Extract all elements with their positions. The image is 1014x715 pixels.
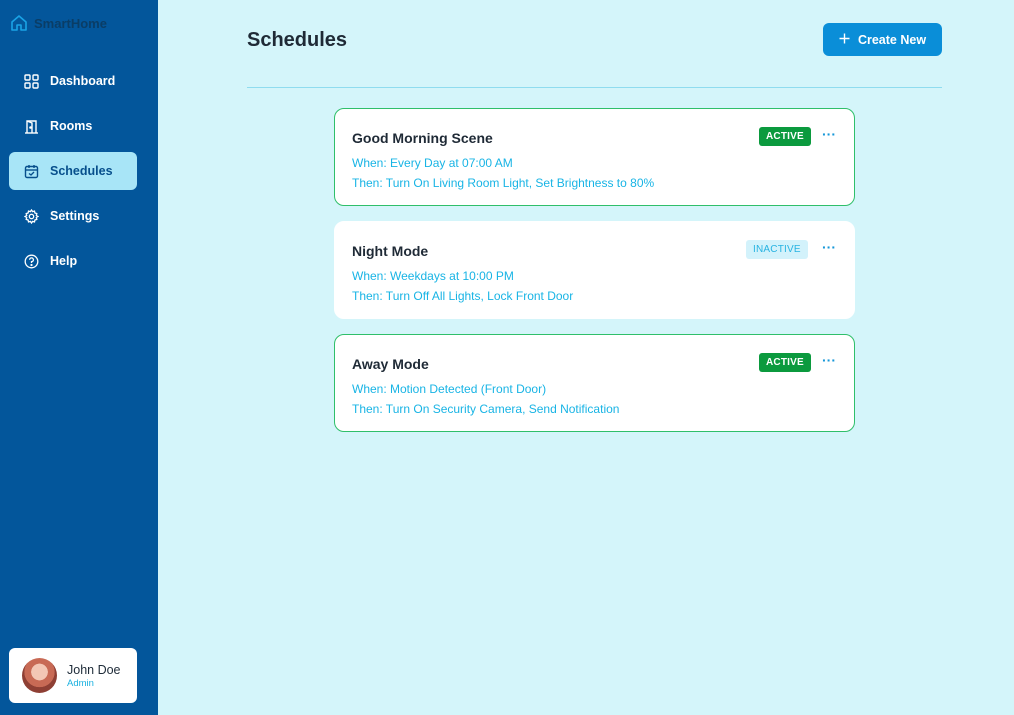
- sidebar-item-label: Settings: [50, 209, 100, 223]
- user-name: John Doe: [67, 662, 121, 677]
- brand-name: SmartHome: [34, 15, 107, 31]
- schedule-title: Away Mode: [352, 356, 429, 372]
- schedule-title: Good Morning Scene: [352, 130, 493, 146]
- more-options-icon[interactable]: ···: [820, 353, 838, 369]
- sidebar-item-help[interactable]: Help: [9, 242, 137, 280]
- schedule-then: Then: Turn Off All Lights, Lock Front Do…: [352, 289, 574, 303]
- status-badge: INACTIVE: [746, 240, 808, 259]
- user-role: Admin: [67, 677, 94, 689]
- sidebar-item-dashboard[interactable]: Dashboard: [9, 62, 137, 100]
- schedule-title: Night Mode: [352, 243, 429, 259]
- brand[interactable]: SmartHome: [10, 12, 107, 34]
- sidebar-item-label: Schedules: [50, 164, 113, 178]
- gear-icon: [23, 208, 39, 224]
- create-new-label: Create New: [857, 32, 927, 47]
- user-profile-card[interactable]: John Doe Admin: [9, 648, 137, 703]
- more-options-icon[interactable]: ···: [820, 240, 838, 256]
- schedule-when: When: Every Day at 07:00 AM: [352, 156, 513, 170]
- schedule-then: Then: Turn On Living Room Light, Set Bri…: [352, 176, 655, 190]
- avatar: [22, 658, 57, 693]
- schedule-card-away-mode[interactable]: Away Mode When: Motion Detected (Front D…: [334, 334, 855, 432]
- sidebar-item-rooms[interactable]: Rooms: [9, 107, 137, 145]
- plus-icon: [839, 33, 850, 47]
- header-divider: [247, 87, 942, 88]
- schedule-card-good-morning[interactable]: Good Morning Scene When: Every Day at 07…: [334, 108, 855, 206]
- sidebar-item-settings[interactable]: Settings: [9, 197, 137, 235]
- grid-icon: [23, 73, 39, 89]
- sidebar-item-label: Dashboard: [50, 74, 116, 88]
- help-circle-icon: [23, 253, 39, 269]
- schedule-card-night-mode[interactable]: Night Mode When: Weekdays at 10:00 PM Th…: [334, 221, 855, 319]
- status-badge: ACTIVE: [759, 127, 811, 146]
- schedule-then: Then: Turn On Security Camera, Send Noti…: [352, 402, 620, 416]
- create-new-button[interactable]: Create New: [823, 23, 942, 56]
- status-badge: ACTIVE: [759, 353, 811, 372]
- more-options-icon[interactable]: ···: [820, 127, 838, 143]
- home-icon: [10, 14, 28, 32]
- door-icon: [23, 118, 39, 134]
- schedule-when: When: Weekdays at 10:00 PM: [352, 269, 514, 283]
- page-title: Schedules: [247, 29, 348, 51]
- sidebar: SmartHome Dashboard Rooms Schedules Sett…: [0, 0, 158, 715]
- schedule-when: When: Motion Detected (Front Door): [352, 382, 547, 396]
- calendar-check-icon: [23, 163, 39, 179]
- sidebar-nav: Dashboard Rooms Schedules Settings Help: [9, 62, 137, 287]
- user-info: John Doe Admin: [67, 663, 121, 689]
- sidebar-item-schedules[interactable]: Schedules: [9, 152, 137, 190]
- sidebar-item-label: Help: [50, 254, 78, 268]
- sidebar-item-label: Rooms: [50, 119, 93, 133]
